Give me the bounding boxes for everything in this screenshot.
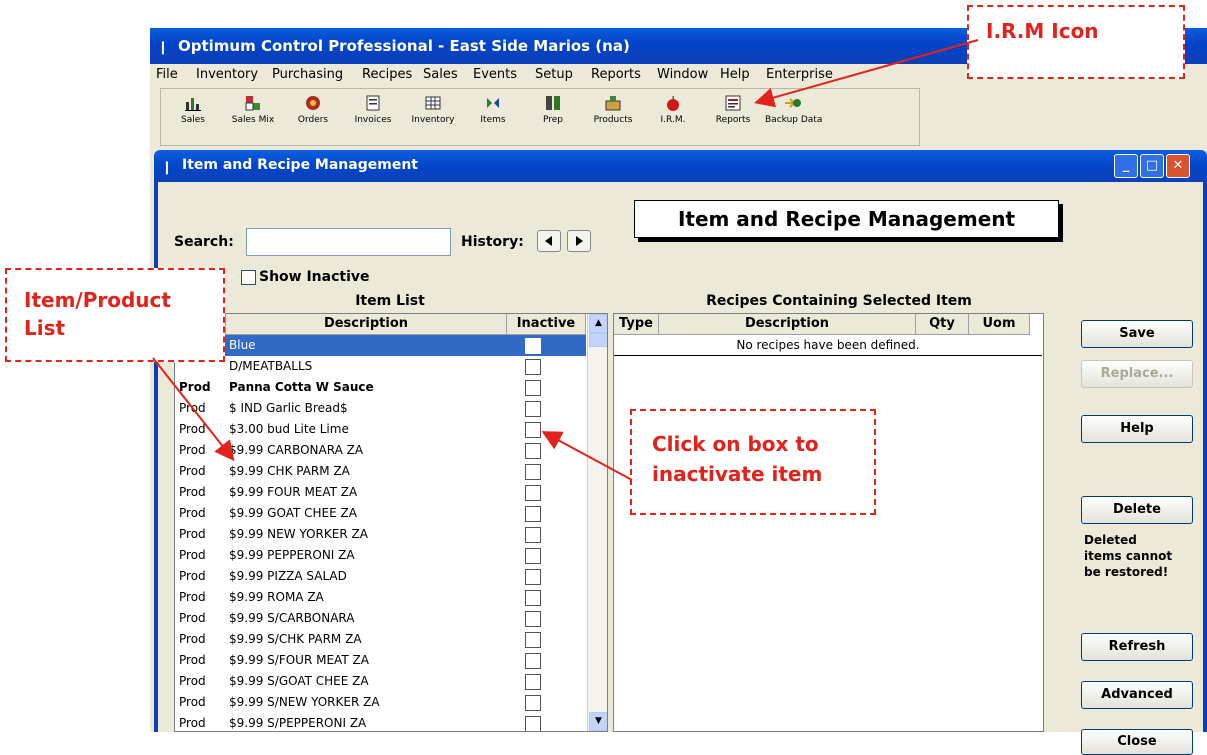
close-button[interactable]: Close: [1081, 729, 1193, 755]
annotation-arrows: [152, 39, 979, 481]
arrow-to-item-list: [152, 357, 235, 462]
arrow-to-checkbox: [541, 431, 633, 481]
arrow-to-irm-icon: [754, 39, 979, 108]
